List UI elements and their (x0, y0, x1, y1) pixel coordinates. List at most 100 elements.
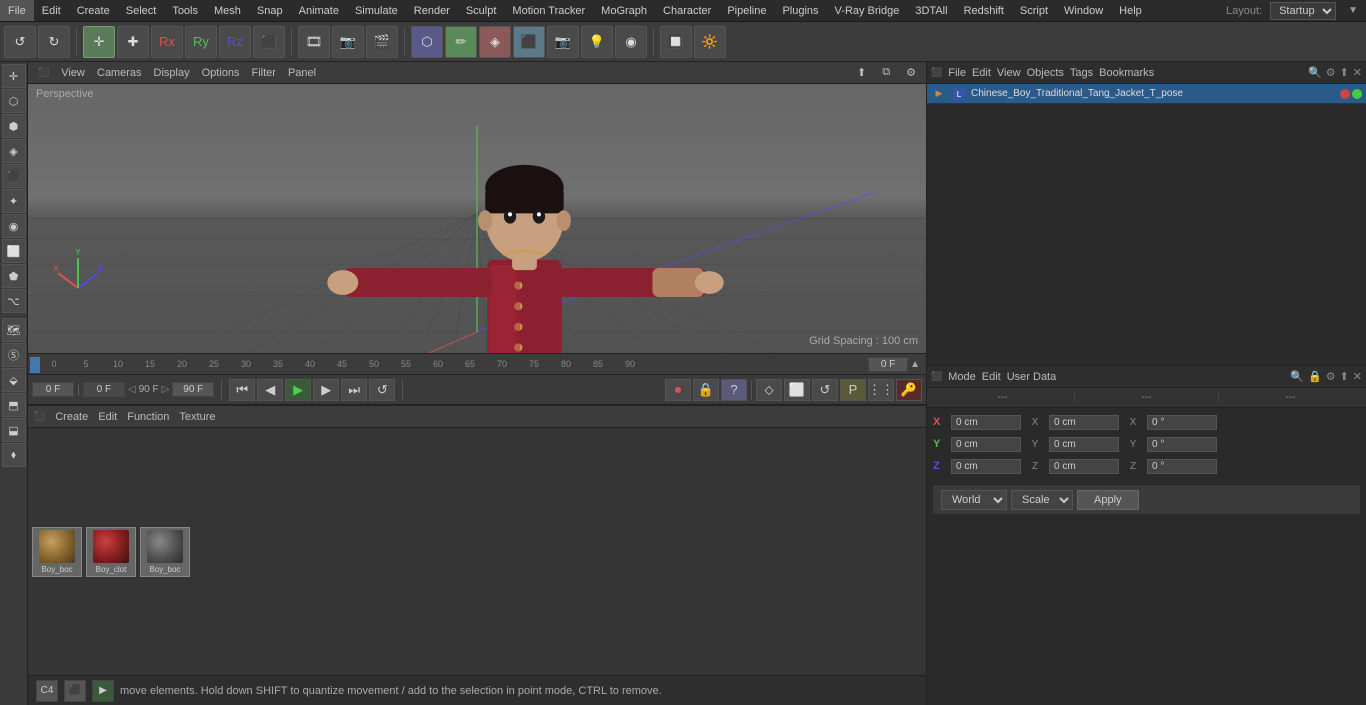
path-tool-tl[interactable]: P (840, 379, 866, 401)
obj-content-area[interactable]: ▶ L Chinese_Boy_Traditional_Tang_Jacket_… (927, 84, 1366, 365)
cube-button[interactable]: ⬡ (411, 26, 443, 58)
coord-input-z-size[interactable] (1049, 459, 1119, 474)
step-forward-button[interactable]: ▶ (313, 379, 339, 401)
viewport-menu-view[interactable]: View (55, 67, 91, 79)
attr-lock-icon[interactable]: 🔒 (1308, 370, 1322, 383)
coord-input-y-pos[interactable] (951, 437, 1021, 452)
left-tool-4[interactable]: ⬛ (2, 164, 26, 188)
scale-tool-tl[interactable]: ⬜ (784, 379, 810, 401)
goto-start-button[interactable]: ⏮ (229, 379, 255, 401)
left-tool-1[interactable]: ⬡ (2, 89, 26, 113)
loop-button[interactable]: ↺ (369, 379, 395, 401)
obj-menu-file[interactable]: File (948, 67, 966, 79)
obj-row-character[interactable]: ▶ L Chinese_Boy_Traditional_Tang_Jacket_… (927, 84, 1366, 104)
obj-menu-edit[interactable]: Edit (972, 67, 991, 79)
undo-button[interactable]: ↺ (4, 26, 36, 58)
spline-button[interactable]: ✏ (445, 26, 477, 58)
left-tool-7[interactable]: ⬜ (2, 239, 26, 263)
status-icon-0[interactable]: C4 (36, 680, 58, 702)
viewport-menu-options[interactable]: Options (196, 67, 246, 79)
left-tool-14[interactable]: ⬓ (2, 418, 26, 442)
material-item-1[interactable]: Boy_clot (86, 527, 136, 577)
material-item-0[interactable]: Boy_boc (32, 527, 82, 577)
attr-menu-mode[interactable]: Mode (948, 371, 976, 383)
obj-menu-bookmarks[interactable]: Bookmarks (1099, 67, 1154, 79)
attr-search-icon[interactable]: 🔍 (1290, 370, 1304, 383)
obj-expand-icon[interactable]: ⬆ (1340, 66, 1349, 79)
status-icon-1[interactable]: ⬛ (64, 680, 86, 702)
play-forward-button[interactable]: ▶ (285, 379, 311, 401)
viewport-menu-display[interactable]: Display (148, 67, 196, 79)
frame-start-input[interactable] (32, 382, 74, 397)
viewport-expand-icon[interactable]: ⬆ (851, 66, 872, 79)
materials-menu-function[interactable]: Function (127, 411, 169, 423)
left-tool-10[interactable]: 🗺 (2, 318, 26, 342)
obj-search-icon[interactable]: 🔍 (1308, 66, 1322, 79)
record-button[interactable]: ⏺ (665, 379, 691, 401)
coord-input-x-pos[interactable] (951, 415, 1021, 430)
frame-end-input[interactable] (172, 382, 214, 397)
layout-select[interactable]: Startup (1270, 2, 1336, 20)
menu-redshift[interactable]: Redshift (956, 0, 1012, 21)
redo-button[interactable]: ↻ (38, 26, 70, 58)
rotate-z-button[interactable]: Rz (219, 26, 251, 58)
render-region-button[interactable]: 🎞 (298, 26, 330, 58)
move-tool-tl[interactable]: ⬦ (756, 379, 782, 401)
apply-button[interactable]: Apply (1077, 490, 1139, 510)
menu-edit[interactable]: Edit (34, 0, 69, 21)
viewport-settings-icon[interactable]: ⚙ (900, 66, 922, 79)
auto-key-button[interactable]: 🔑 (896, 379, 922, 401)
menu-vray[interactable]: V-Ray Bridge (827, 0, 908, 21)
coord-input-y-size[interactable] (1049, 437, 1119, 452)
attr-menu-userdata[interactable]: User Data (1007, 371, 1057, 383)
menu-file[interactable]: File (0, 0, 34, 21)
viewport-menu-filter[interactable]: Filter (246, 67, 282, 79)
menu-3dtall[interactable]: 3DTAll (907, 0, 955, 21)
scale-button[interactable]: ⬛ (253, 26, 285, 58)
render-picture-viewer-button[interactable]: 📷 (332, 26, 364, 58)
menu-window[interactable]: Window (1056, 0, 1111, 21)
menu-sculpt[interactable]: Sculpt (458, 0, 505, 21)
grid-tl-button[interactable]: ⋮⋮ (868, 379, 894, 401)
timeline-ruler[interactable]: 0 5 10 15 20 25 30 35 40 45 50 55 60 65 … (28, 353, 926, 375)
camera-button[interactable]: 📷 (547, 26, 579, 58)
deformer-button[interactable]: ⬛ (513, 26, 545, 58)
attr-settings-icon[interactable]: ⚙ (1326, 370, 1336, 383)
viewport-menu-cameras[interactable]: Cameras (91, 67, 148, 79)
obj-close-icon[interactable]: ✕ (1353, 66, 1362, 79)
obj-menu-view[interactable]: View (997, 67, 1021, 79)
left-tool-0[interactable]: ✛ (2, 64, 26, 88)
obj-menu-objects[interactable]: Objects (1027, 67, 1064, 79)
rotate-y-button[interactable]: Ry (185, 26, 217, 58)
materials-menu-texture[interactable]: Texture (179, 411, 215, 423)
scale-select[interactable]: Scale (1011, 490, 1073, 510)
menu-plugins[interactable]: Plugins (774, 0, 826, 21)
viewport-3d[interactable]: Perspective (28, 84, 926, 353)
light-button[interactable]: 💡 (581, 26, 613, 58)
left-tool-9[interactable]: ⌥ (2, 289, 26, 313)
rotate-x-button[interactable]: Rx (151, 26, 183, 58)
coord-input-z-pos[interactable] (951, 459, 1021, 474)
material-button[interactable]: ◉ (615, 26, 647, 58)
frame-arrow-icon[interactable]: ▲ (910, 359, 920, 370)
menu-mograph[interactable]: MoGraph (593, 0, 655, 21)
menu-simulate[interactable]: Simulate (347, 0, 406, 21)
menu-snap[interactable]: Snap (249, 0, 291, 21)
obj-menu-tags[interactable]: Tags (1070, 67, 1093, 79)
attr-menu-edit[interactable]: Edit (982, 371, 1001, 383)
goto-end-button[interactable]: ⏭ (341, 379, 367, 401)
help-button[interactable]: ? (721, 379, 747, 401)
menu-character[interactable]: Character (655, 0, 719, 21)
menu-animate[interactable]: Animate (291, 0, 347, 21)
material-item-2[interactable]: Boy_boc (140, 527, 190, 577)
menu-select[interactable]: Select (118, 0, 165, 21)
record-mode-button[interactable]: 🔒 (693, 379, 719, 401)
attr-close-icon[interactable]: ✕ (1353, 370, 1362, 383)
left-tool-12[interactable]: ⬙ (2, 368, 26, 392)
materials-menu-edit[interactable]: Edit (98, 411, 117, 423)
step-back-button[interactable]: ◀ (257, 379, 283, 401)
coord-input-z-rot[interactable] (1147, 459, 1217, 474)
menu-render[interactable]: Render (406, 0, 458, 21)
viewport-menu-panel[interactable]: Panel (282, 67, 322, 79)
world-select[interactable]: World Object (941, 490, 1007, 510)
